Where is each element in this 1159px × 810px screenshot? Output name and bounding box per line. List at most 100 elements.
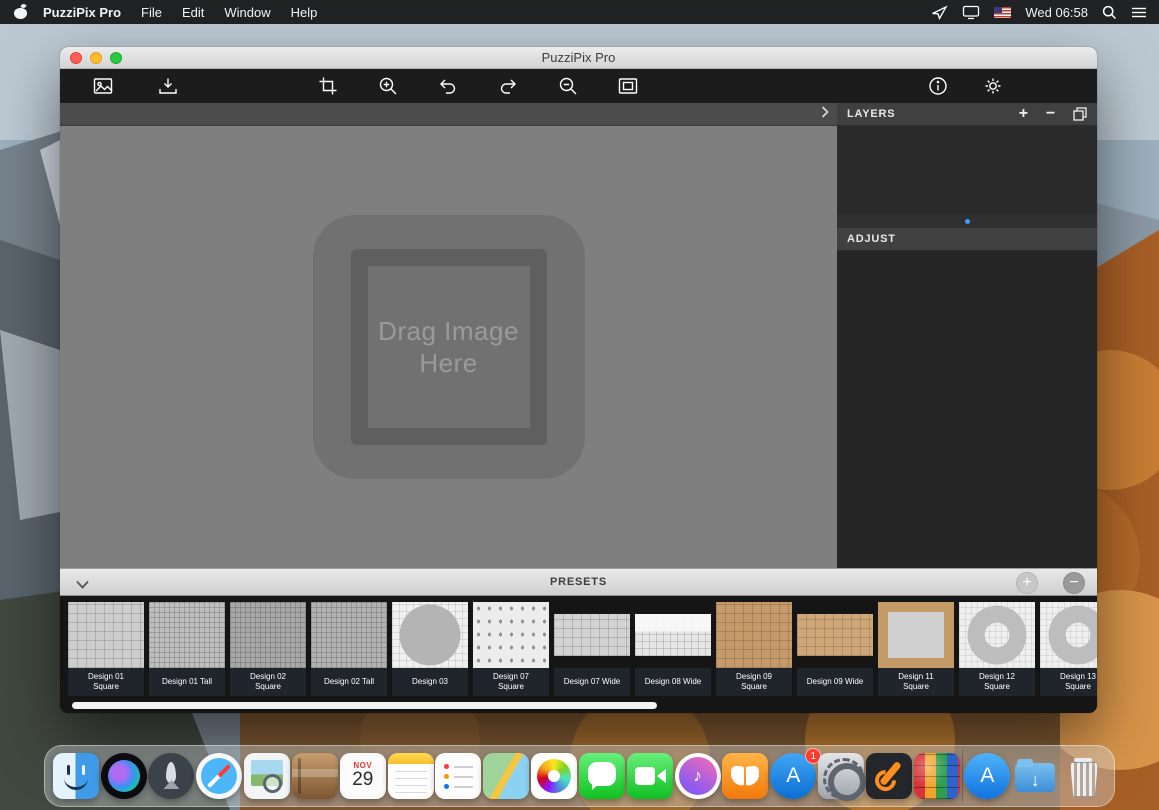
dock-icon-app-store[interactable]: A 1 — [770, 753, 816, 799]
add-layer-icon[interactable]: + — [1019, 106, 1029, 122]
dock-icon-reminders[interactable] — [435, 753, 481, 799]
dock-icon-trash[interactable] — [1060, 753, 1106, 799]
preset-design-12-square[interactable]: Design 12 Square — [959, 602, 1035, 713]
minimize-button[interactable] — [90, 52, 102, 64]
dock-separator — [962, 750, 963, 802]
dock-icon-siri[interactable] — [101, 753, 147, 799]
preset-label: Design 07 Square — [473, 668, 549, 696]
undo-icon[interactable] — [437, 76, 459, 96]
preset-design-11-square[interactable]: Design 11 Square — [878, 602, 954, 713]
collapse-panel-chevron-icon[interactable] — [821, 105, 829, 123]
settings-gear-icon[interactable] — [982, 76, 1004, 96]
preset-design-09-square[interactable]: Design 09 Square — [716, 602, 792, 713]
preset-label: Design 09 Wide — [797, 668, 873, 696]
layers-title: LAYERS — [847, 108, 895, 120]
canvas[interactable]: Drag Image Here — [60, 126, 837, 568]
preset-design-07-square[interactable]: Design 07 Square — [473, 602, 549, 713]
dock: NOV 29 ♪ A 1 A ↓ — [44, 745, 1115, 807]
dock-icon-installer-utility[interactable] — [866, 753, 912, 799]
preset-thumbnail — [149, 602, 225, 668]
window-title: PuzziPix Pro — [542, 50, 616, 65]
drop-zone[interactable]: Drag Image Here — [313, 215, 585, 479]
dock-icon-launchpad[interactable] — [148, 753, 194, 799]
dock-icon-finder[interactable] — [53, 753, 99, 799]
dock-icon-facetime[interactable] — [627, 753, 673, 799]
apple-menu-icon[interactable] — [14, 5, 27, 19]
control-center-icon[interactable] — [1131, 6, 1147, 19]
presets-collapse-chevron-icon[interactable] — [76, 576, 89, 594]
remove-layer-icon[interactable]: − — [1046, 106, 1056, 122]
preset-label: Design 12 Square — [959, 668, 1035, 696]
dock-icon-messages[interactable] — [579, 753, 625, 799]
menu-edit[interactable]: Edit — [172, 0, 214, 24]
duplicate-layer-icon[interactable] — [1073, 107, 1087, 121]
preset-thumbnail — [230, 602, 306, 668]
preset-design-02-square[interactable]: Design 02 Square — [230, 602, 306, 713]
preset-label: Design 08 Wide — [635, 668, 711, 696]
open-image-icon[interactable] — [92, 76, 114, 96]
dock-icon-applications[interactable]: A — [964, 753, 1010, 799]
preset-thumbnail — [716, 602, 792, 668]
display-icon[interactable] — [962, 5, 980, 20]
zoom-button[interactable] — [110, 52, 122, 64]
dock-icon-notes[interactable] — [388, 753, 434, 799]
side-panel: LAYERS + − ADJUST — [837, 103, 1097, 568]
preset-design-01-square[interactable]: Design 01 Square — [68, 602, 144, 713]
preset-thumbnail — [878, 602, 954, 668]
dock-icon-puzzipix[interactable] — [914, 753, 960, 799]
preset-label: Design 01 Tall — [149, 668, 225, 696]
drop-zone-text: Drag Image Here — [313, 215, 585, 479]
zoom-in-icon[interactable] — [377, 76, 399, 96]
preset-label: Design 13 Square — [1040, 668, 1097, 696]
search-icon[interactable] — [1102, 5, 1117, 20]
preset-design-03[interactable]: Design 03 — [392, 602, 468, 713]
send-icon[interactable] — [931, 5, 948, 20]
preset-label: Design 11 Square — [878, 668, 954, 696]
menu-app-name[interactable]: PuzziPix Pro — [33, 0, 131, 24]
zoom-out-icon[interactable] — [557, 76, 579, 96]
dock-icon-system-preferences[interactable] — [818, 753, 864, 799]
fit-to-screen-icon[interactable] — [617, 76, 639, 96]
menubar-clock[interactable]: Wed 06:58 — [1025, 5, 1088, 20]
dock-icon-safari[interactable] — [196, 753, 242, 799]
calendar-day: 29 — [352, 770, 373, 791]
dock-icon-calendar[interactable]: NOV 29 — [340, 753, 386, 799]
toolbar — [60, 69, 1097, 103]
panel-splitter[interactable] — [837, 214, 1097, 228]
preset-design-13-square[interactable]: Design 13 Square — [1040, 602, 1097, 713]
dock-icon-itunes[interactable]: ♪ — [675, 753, 721, 799]
presets-scrollbar[interactable] — [72, 702, 657, 709]
dock-icon-maps[interactable] — [483, 753, 529, 799]
close-button[interactable] — [70, 52, 82, 64]
music-note-glyph: ♪ — [675, 753, 721, 799]
download-arrow-glyph: ↓ — [1012, 761, 1058, 799]
splitter-handle-dot — [965, 219, 970, 224]
redo-icon[interactable] — [497, 76, 519, 96]
crop-icon[interactable] — [317, 76, 339, 96]
info-icon[interactable] — [927, 76, 949, 96]
preset-design-08-wide[interactable]: Design 08 Wide — [635, 602, 711, 713]
preset-label: Design 07 Wide — [554, 668, 630, 696]
menu-window[interactable]: Window — [214, 0, 280, 24]
adjust-content[interactable] — [837, 251, 1097, 567]
preset-design-02-tall[interactable]: Design 02 Tall — [311, 602, 387, 713]
dock-icon-preview[interactable] — [244, 753, 290, 799]
dock-icon-books[interactable] — [722, 753, 768, 799]
add-preset-icon[interactable]: + — [1016, 572, 1038, 594]
preset-design-09-wide[interactable]: Design 09 Wide — [797, 602, 873, 713]
menu-file[interactable]: File — [131, 0, 172, 24]
import-image-icon[interactable] — [157, 76, 179, 96]
preset-design-07-wide[interactable]: Design 07 Wide — [554, 602, 630, 713]
menu-help[interactable]: Help — [281, 0, 328, 24]
remove-preset-icon[interactable]: − — [1063, 572, 1085, 594]
title-bar[interactable]: PuzziPix Pro — [60, 47, 1097, 69]
preset-design-01-tall[interactable]: Design 01 Tall — [149, 602, 225, 713]
app-window: PuzziPix Pro — [60, 47, 1097, 713]
adjust-panel-header: ADJUST — [837, 228, 1097, 251]
applications-a-glyph: A — [964, 753, 1010, 799]
dock-icon-contacts[interactable] — [292, 753, 338, 799]
dock-icon-downloads[interactable]: ↓ — [1012, 753, 1058, 799]
dock-icon-photos[interactable] — [531, 753, 577, 799]
layers-list[interactable] — [837, 126, 1097, 214]
us-flag-icon[interactable] — [994, 7, 1011, 18]
